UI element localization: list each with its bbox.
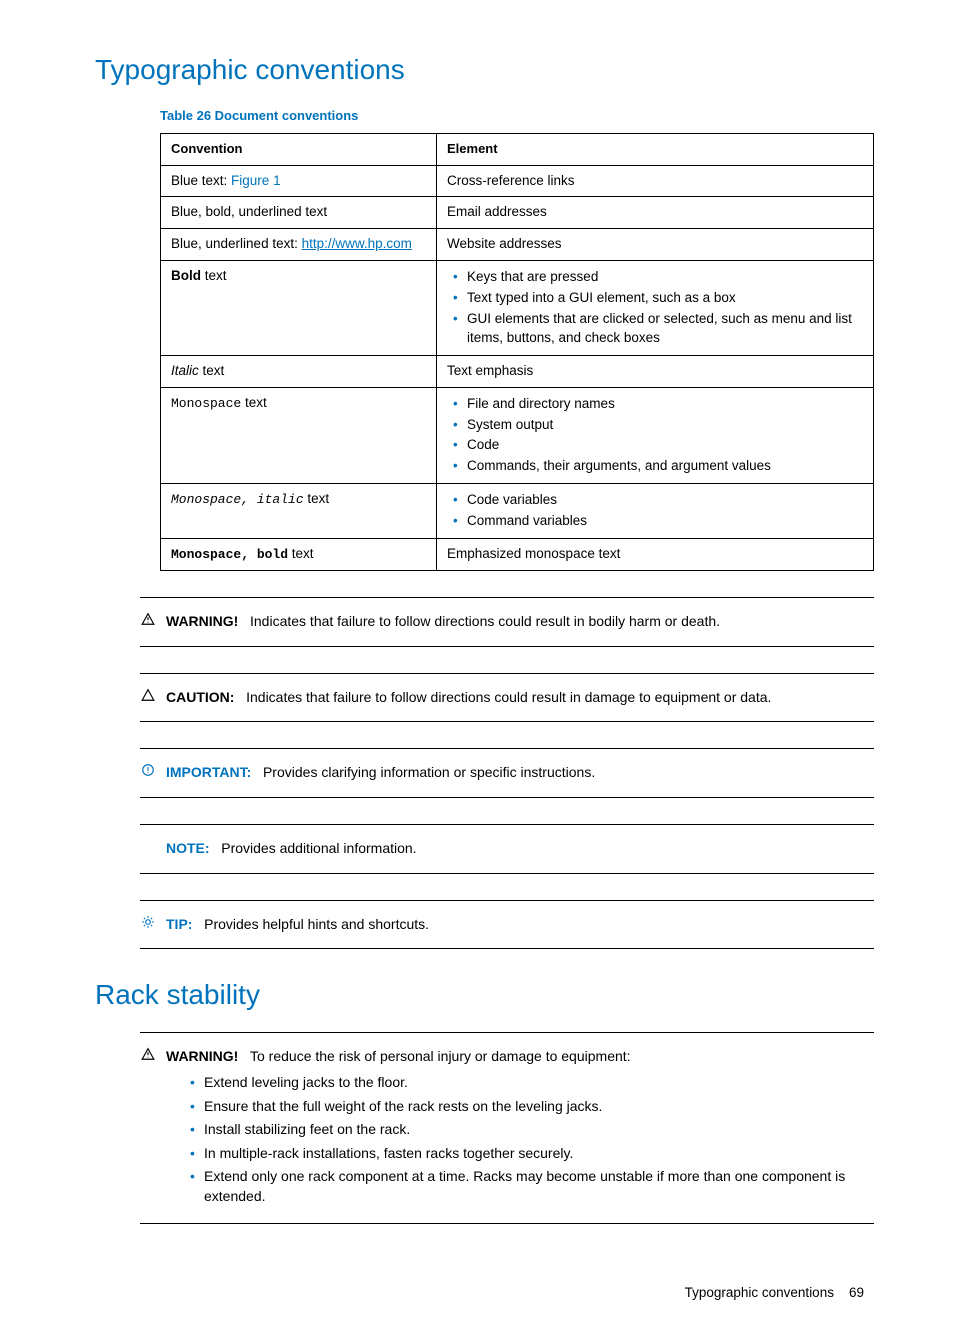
list-item: In multiple-rack installations, fasten r… xyxy=(204,1142,874,1166)
conventions-table: Convention Element Blue text: Figure 1 C… xyxy=(160,133,874,571)
caution-label: CAUTION: xyxy=(166,689,234,705)
list-item: Commands, their arguments, and argument … xyxy=(467,456,863,477)
cell-convention: Monospace, italic text xyxy=(161,484,437,539)
caution-icon xyxy=(140,688,156,708)
cell-convention: Monospace, bold text xyxy=(161,539,437,571)
table-row: Blue, bold, underlined text Email addres… xyxy=(161,197,874,229)
table-row: Bold text Keys that are pressed Text typ… xyxy=(161,261,874,356)
page-number: 69 xyxy=(849,1285,864,1300)
warning-icon xyxy=(140,1047,156,1067)
cell-convention: Italic text xyxy=(161,355,437,387)
table-row: Monospace, italic text Code variables Co… xyxy=(161,484,874,539)
rack-warning-admonition: WARNING! To reduce the risk of personal … xyxy=(140,1032,874,1223)
important-icon xyxy=(140,763,156,783)
tip-label: TIP: xyxy=(166,916,192,932)
warning-label: WARNING! xyxy=(166,1048,238,1064)
list-item: Command variables xyxy=(467,511,863,532)
caution-text: Indicates that failure to follow directi… xyxy=(246,689,771,705)
tip-icon xyxy=(140,915,156,935)
list-item: Extend only one rack component at a time… xyxy=(204,1165,874,1208)
caution-admonition: CAUTION: Indicates that failure to follo… xyxy=(140,673,874,723)
cell-convention: Monospace text xyxy=(161,387,437,484)
table-caption: Table 26 Document conventions xyxy=(160,107,874,125)
list-item: Install stabilizing feet on the rack. xyxy=(204,1118,874,1142)
list-item: Keys that are pressed xyxy=(467,267,863,288)
warning-admonition: WARNING! Indicates that failure to follo… xyxy=(140,597,874,647)
important-label: IMPORTANT: xyxy=(166,764,251,780)
warning-label: WARNING! xyxy=(166,613,238,629)
list-item: System output xyxy=(467,415,863,436)
warning-icon xyxy=(140,612,156,632)
col-header-convention: Convention xyxy=(161,134,437,165)
footer-title: Typographic conventions xyxy=(685,1285,834,1300)
list-item: Code xyxy=(467,435,863,456)
cell-element: File and directory names System output C… xyxy=(437,387,874,484)
note-label: NOTE: xyxy=(166,840,210,856)
page-footer: Typographic conventions 69 xyxy=(95,1284,874,1303)
cell-convention: Blue text: Figure 1 xyxy=(161,165,437,197)
cell-element: Emphasized monospace text xyxy=(437,539,874,571)
cell-convention: Blue, bold, underlined text xyxy=(161,197,437,229)
note-text: Provides additional information. xyxy=(221,840,416,856)
figure-link[interactable]: Figure 1 xyxy=(231,173,281,188)
list-item: Extend leveling jacks to the floor. xyxy=(204,1071,874,1095)
list-item: Code variables xyxy=(467,490,863,511)
section-heading: Typographic conventions xyxy=(95,50,874,89)
tip-admonition: TIP: Provides helpful hints and shortcut… xyxy=(140,900,874,950)
table-row: Monospace text File and directory names … xyxy=(161,387,874,484)
cell-element: Email addresses xyxy=(437,197,874,229)
table-header-row: Convention Element xyxy=(161,134,874,165)
section-heading: Rack stability xyxy=(95,975,874,1014)
important-text: Provides clarifying information or speci… xyxy=(263,764,595,780)
important-admonition: IMPORTANT: Provides clarifying informati… xyxy=(140,748,874,798)
url-link[interactable]: http://www.hp.com xyxy=(302,236,412,251)
col-header-element: Element xyxy=(437,134,874,165)
cell-element: Cross-reference links xyxy=(437,165,874,197)
list-item: Text typed into a GUI element, such as a… xyxy=(467,288,863,309)
note-admonition: NOTE: Provides additional information. xyxy=(140,824,874,874)
list-item: Ensure that the full weight of the rack … xyxy=(204,1095,874,1119)
rack-warning-intro: To reduce the risk of personal injury or… xyxy=(250,1048,631,1064)
tip-text: Provides helpful hints and shortcuts. xyxy=(204,916,429,932)
table-row: Italic text Text emphasis xyxy=(161,355,874,387)
list-item: GUI elements that are clicked or selecte… xyxy=(467,309,863,349)
cell-element: Text emphasis xyxy=(437,355,874,387)
cell-element: Keys that are pressed Text typed into a … xyxy=(437,261,874,356)
cell-element: Code variables Command variables xyxy=(437,484,874,539)
table-row: Blue, underlined text: http://www.hp.com… xyxy=(161,229,874,261)
cell-convention: Blue, underlined text: http://www.hp.com xyxy=(161,229,437,261)
warning-text: Indicates that failure to follow directi… xyxy=(250,613,720,629)
table-row: Blue text: Figure 1 Cross-reference link… xyxy=(161,165,874,197)
table-row: Monospace, bold text Emphasized monospac… xyxy=(161,539,874,571)
cell-convention: Bold text xyxy=(161,261,437,356)
list-item: File and directory names xyxy=(467,394,863,415)
cell-element: Website addresses xyxy=(437,229,874,261)
